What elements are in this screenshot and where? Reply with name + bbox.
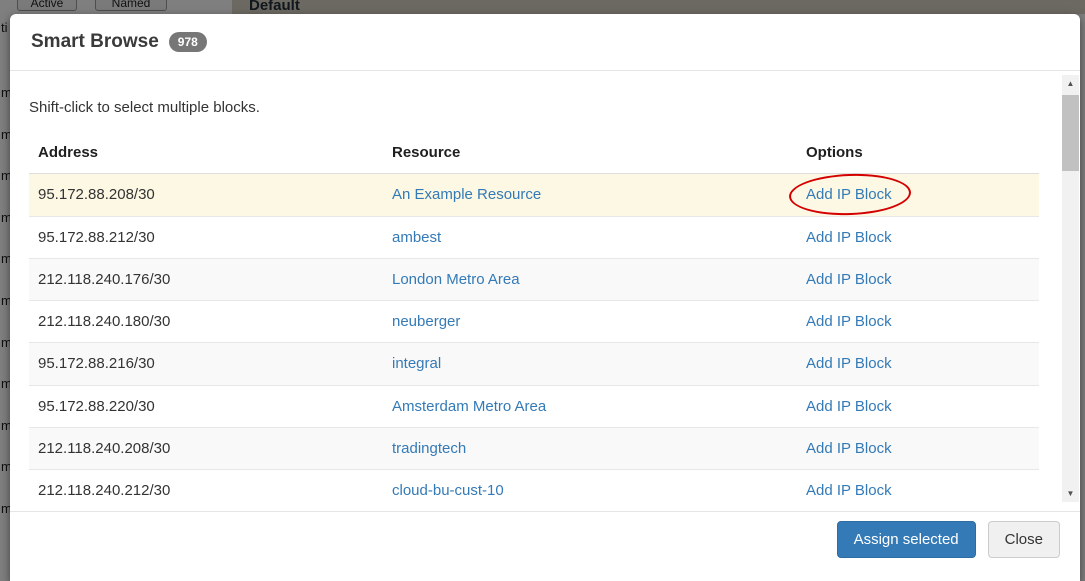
modal-scrollbar[interactable]: ▲ ▼	[1062, 75, 1079, 502]
table-row[interactable]: 212.118.240.208/30 tradingtech Add IP Bloc…	[29, 427, 1039, 469]
column-header-options: Options	[797, 132, 1039, 174]
assign-selected-button[interactable]: Assign selected	[837, 521, 976, 558]
resource-cell: tradingtech	[383, 427, 797, 469]
resource-cell: An Example Resource	[383, 174, 797, 216]
modal-header: Smart Browse 978	[10, 14, 1080, 71]
resource-link[interactable]: tradingtech	[392, 440, 466, 457]
address-cell: 95.172.88.220/30	[29, 385, 383, 427]
blocks-table: Address Resource Options 95.172.88.208/3…	[29, 132, 1039, 511]
address-cell: 95.172.88.212/30	[29, 216, 383, 258]
address-cell: 212.118.240.212/30	[29, 470, 383, 512]
resource-link[interactable]: neuberger	[392, 313, 460, 330]
modal-title: Smart Browse	[31, 31, 159, 53]
table-row[interactable]: 95.172.88.208/30 An Example Resource Add I…	[29, 174, 1039, 216]
count-badge: 978	[169, 32, 207, 52]
table-row[interactable]: 95.172.88.216/30 integral Add IP Block	[29, 343, 1039, 385]
hint-text: Shift-click to select multiple blocks.	[29, 99, 1040, 116]
add-ip-block-link[interactable]: Add IP Block	[806, 271, 892, 288]
add-ip-block-link[interactable]: Add IP Block	[806, 186, 892, 203]
resource-cell: cloud-bu-cust-10	[383, 470, 797, 512]
smart-browse-modal: Smart Browse 978 Shift-click to select m…	[10, 14, 1080, 581]
options-cell: Add IP Block	[797, 301, 1039, 343]
scrollbar-thumb[interactable]	[1062, 95, 1079, 171]
options-cell: Add IP Block	[797, 258, 1039, 300]
resource-cell: Amsterdam Metro Area	[383, 385, 797, 427]
options-cell: Add IP Block	[797, 427, 1039, 469]
table-row[interactable]: 212.118.240.212/30 cloud-bu-cust-10 Add IP…	[29, 470, 1039, 512]
table-row[interactable]: 95.172.88.220/30 Amsterdam Metro Area Add …	[29, 385, 1039, 427]
resource-link[interactable]: cloud-bu-cust-10	[392, 482, 504, 499]
table-row[interactable]: 212.118.240.180/30 neuberger Add IP Block	[29, 301, 1039, 343]
close-button[interactable]: Close	[988, 521, 1060, 558]
resource-cell: integral	[383, 343, 797, 385]
add-ip-block-link[interactable]: Add IP Block	[806, 440, 892, 457]
resource-cell: neuberger	[383, 301, 797, 343]
address-cell: 95.172.88.208/30	[29, 174, 383, 216]
resource-cell: London Metro Area	[383, 258, 797, 300]
table-row[interactable]: 95.172.88.212/30 ambest Add IP Block	[29, 216, 1039, 258]
add-ip-block-link[interactable]: Add IP Block	[806, 398, 892, 415]
add-ip-block-link[interactable]: Add IP Block	[806, 229, 892, 246]
column-header-resource: Resource	[383, 132, 797, 174]
address-cell: 212.118.240.176/30	[29, 258, 383, 300]
options-cell: Add IP Block	[797, 385, 1039, 427]
table-row[interactable]: 212.118.240.176/30 London Metro Area Add I…	[29, 258, 1039, 300]
options-cell: Add IP Block	[797, 470, 1039, 512]
address-cell: 95.172.88.216/30	[29, 343, 383, 385]
resource-link[interactable]: ambest	[392, 229, 441, 246]
table-body: 95.172.88.208/30 An Example Resource Add I…	[29, 174, 1039, 512]
circled-option: Add IP Block	[806, 186, 892, 203]
resource-link[interactable]: Amsterdam Metro Area	[392, 398, 546, 415]
address-cell: 212.118.240.208/30	[29, 427, 383, 469]
resource-link[interactable]: London Metro Area	[392, 271, 520, 288]
modal-footer: Assign selected Close	[10, 511, 1080, 581]
add-ip-block-link[interactable]: Add IP Block	[806, 482, 892, 499]
modal-body: Shift-click to select multiple blocks. A…	[10, 71, 1080, 511]
options-cell: Add IP Block	[797, 216, 1039, 258]
options-cell: Add IP Block	[797, 174, 1039, 216]
resource-link[interactable]: An Example Resource	[392, 186, 541, 203]
scrollbar-up-arrow-icon[interactable]: ▲	[1062, 75, 1079, 92]
table-header-row: Address Resource Options	[29, 132, 1039, 174]
resource-cell: ambest	[383, 216, 797, 258]
scrollbar-down-arrow-icon[interactable]: ▼	[1062, 485, 1079, 502]
add-ip-block-link[interactable]: Add IP Block	[806, 313, 892, 330]
options-cell: Add IP Block	[797, 343, 1039, 385]
column-header-address: Address	[29, 132, 383, 174]
address-cell: 212.118.240.180/30	[29, 301, 383, 343]
add-ip-block-link[interactable]: Add IP Block	[806, 355, 892, 372]
resource-link[interactable]: integral	[392, 355, 441, 372]
